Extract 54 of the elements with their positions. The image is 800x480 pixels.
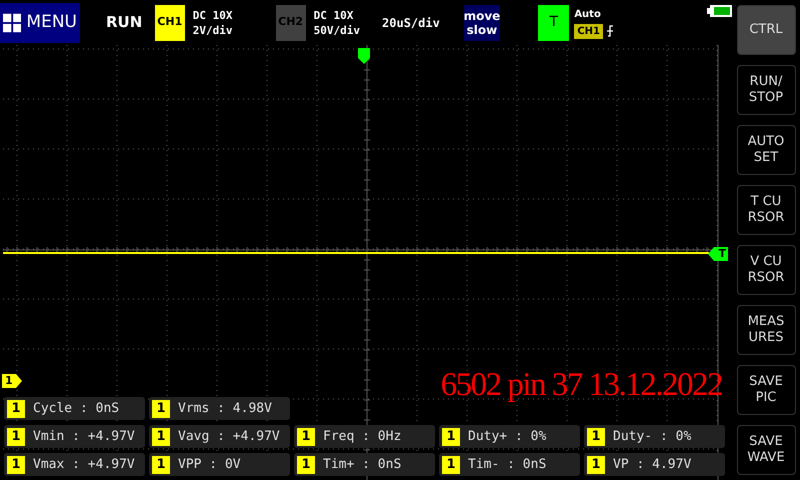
channel-badge: 1: [7, 428, 25, 446]
side-button[interactable]: SAVE PIC: [736, 365, 796, 415]
channel-badge: 1: [7, 400, 25, 418]
measurement-text: Duty+ : 0%: [468, 428, 546, 446]
rising-edge-icon: [606, 25, 614, 37]
channel-button[interactable]: CH1: [154, 4, 185, 40]
measurement-text: Freq : 0Hz: [323, 428, 402, 446]
move-label: move: [464, 8, 500, 22]
channel-badge: 1: [442, 456, 460, 474]
measurement-text: Tim+ : 0nS: [323, 456, 402, 474]
trigger-level-marker[interactable]: T: [708, 247, 728, 261]
side-button[interactable]: RUN/ STOP: [736, 65, 796, 115]
trigger-button[interactable]: T: [538, 4, 570, 40]
measurement-text: VPP : 0V: [178, 456, 241, 474]
channel-badge: 1: [297, 456, 315, 474]
measurement-text: VP : 4.97V: [613, 456, 692, 474]
channel-badge: 1: [297, 428, 315, 446]
measurement-text: Cycle : 0nS: [33, 400, 120, 418]
side-button[interactable]: AUTO SET: [736, 125, 796, 175]
measurement-text: Vavg : +4.97V: [178, 428, 280, 446]
run-state[interactable]: RUN: [106, 11, 155, 34]
coupling-label: DC 10X: [192, 8, 233, 22]
move-button[interactable]: move slow: [464, 4, 500, 40]
side-button[interactable]: SAVE WAVE: [736, 425, 796, 475]
coupling-label: DC 10X: [314, 8, 354, 22]
channel-badge: 1: [587, 456, 605, 474]
time-marker-icon[interactable]: [358, 48, 370, 64]
measurement-text: Vrms : 4.98V: [178, 400, 272, 418]
annotation-text: 6502 pin 37 13.12.2022: [440, 366, 722, 405]
trigger-mode: Auto: [574, 8, 602, 22]
channel-marker[interactable]: 1: [2, 374, 22, 388]
move-label: slow: [466, 22, 498, 36]
menu-label: MENU: [26, 10, 77, 34]
measurement-text: Vmin : +4.97V: [33, 428, 135, 446]
grid-icon: [3, 12, 22, 32]
side-button[interactable]: CTRL: [736, 5, 796, 55]
channel-badge: 1: [152, 428, 170, 446]
menu-button[interactable]: MENU: [0, 2, 80, 42]
channel-badge: 1: [152, 456, 170, 474]
scale-label: 2V/div: [192, 22, 233, 38]
channel-badge: 1: [442, 428, 460, 446]
channel-badge: 1: [587, 428, 605, 446]
channel-badge: 1: [152, 400, 170, 418]
side-button[interactable]: T CU RSOR: [736, 185, 796, 235]
timebase-label: 20uS/div: [382, 14, 441, 32]
channel-badge: 1: [7, 456, 25, 474]
measurement-text: Tim- : 0nS: [468, 456, 546, 474]
battery-icon: [706, 5, 732, 17]
scale-label: 50V/div: [314, 22, 360, 38]
trigger-source: CH1: [574, 24, 603, 38]
measurement-text: Vmax : +4.97V: [33, 456, 135, 474]
side-button[interactable]: V CU RSOR: [736, 245, 796, 295]
side-button[interactable]: MEAS URES: [736, 305, 796, 355]
measurement-text: Duty- : 0%: [613, 428, 692, 446]
